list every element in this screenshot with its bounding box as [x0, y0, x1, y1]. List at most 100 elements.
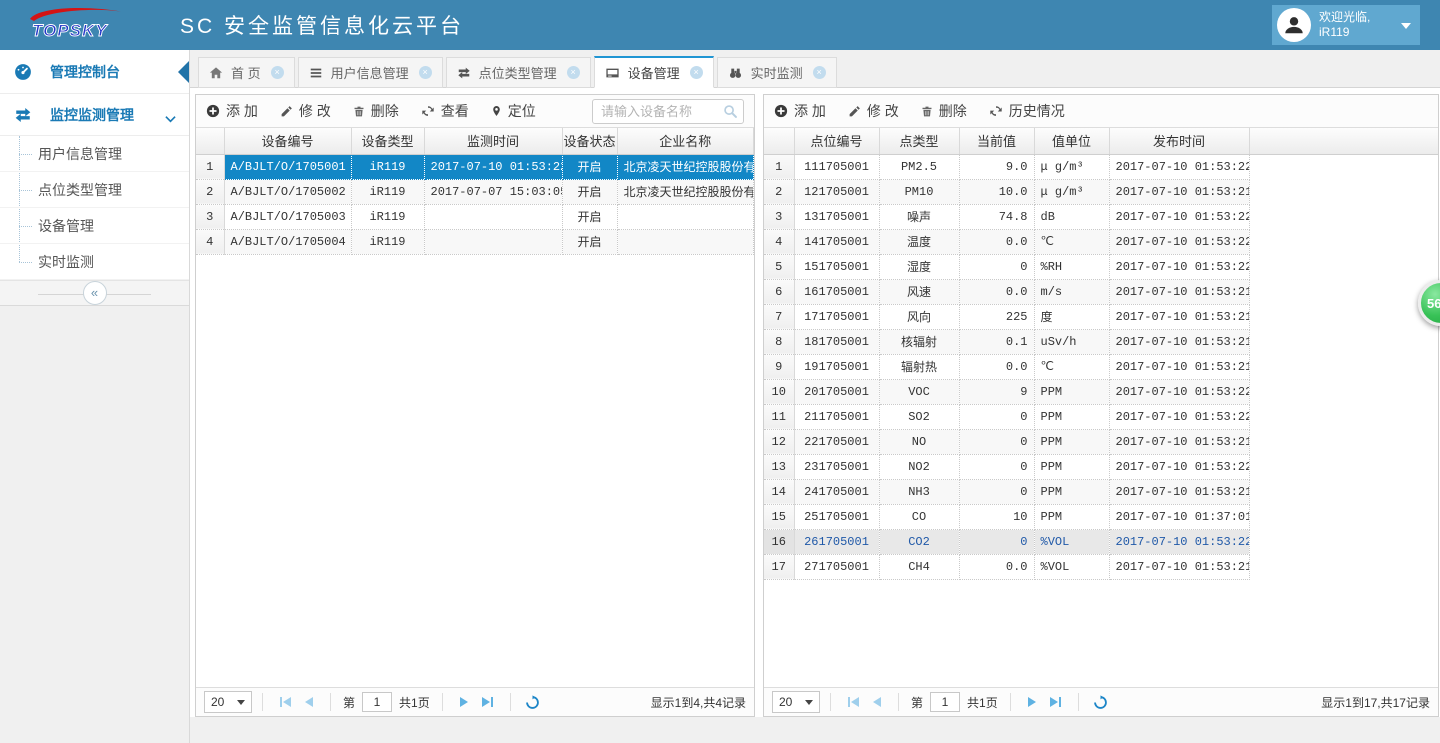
- cell: 辐射热: [879, 354, 959, 379]
- close-icon[interactable]: ×: [813, 66, 826, 79]
- column-header[interactable]: 当前值: [959, 128, 1034, 154]
- table-row[interactable]: 10201705001VOC9PPM2017-07-10 01:53:22: [764, 379, 1438, 404]
- sidebar-item-label: 监控监测管理: [50, 105, 134, 125]
- column-header[interactable]: 企业名称: [617, 128, 754, 154]
- column-header[interactable]: 点位编号: [794, 128, 879, 154]
- tab-device-management[interactable]: 设备管理 ×: [594, 56, 714, 88]
- table-row[interactable]: 11211705001SO20PPM2017-07-10 01:53:22: [764, 404, 1438, 429]
- table-row[interactable]: 4A/BJLT/O/1705004iR119开启: [196, 229, 754, 254]
- sidebar-item-console[interactable]: 管理控制台: [0, 50, 189, 94]
- cell: 0.0: [959, 354, 1034, 379]
- delete-button[interactable]: 删除: [921, 101, 967, 121]
- edit-button[interactable]: 修 改: [848, 101, 899, 121]
- table-row[interactable]: 3131705001噪声74.8dB2017-07-10 01:53:22: [764, 204, 1438, 229]
- row-number: 6: [764, 279, 794, 304]
- cell: 2017-07-10 01:53:22: [1109, 254, 1249, 279]
- table-row[interactable]: 12221705001NO0PPM2017-07-10 01:53:21: [764, 429, 1438, 454]
- column-header[interactable]: 发布时间: [1109, 128, 1249, 154]
- table-row[interactable]: 15251705001CO10PPM2017-07-10 01:37:01: [764, 504, 1438, 529]
- cell: 231705001: [794, 454, 879, 479]
- reload-grid-button[interactable]: [525, 695, 540, 710]
- sidebar-item-monitoring[interactable]: 监控监测管理: [0, 94, 189, 136]
- tab-realtime-monitor[interactable]: 实时监测 ×: [717, 57, 837, 88]
- next-page-button[interactable]: [460, 697, 468, 707]
- cell: %RH: [1034, 254, 1109, 279]
- table-row[interactable]: 14241705001NH30PPM2017-07-10 01:53:21: [764, 479, 1438, 504]
- row-number: 7: [764, 304, 794, 329]
- sidebar-item-device[interactable]: 设备管理: [0, 208, 189, 244]
- column-header[interactable]: 设备状态: [562, 128, 617, 154]
- last-page-button[interactable]: [1050, 697, 1061, 707]
- table-row[interactable]: 8181705001核辐射0.1uSv/h2017-07-10 01:53:21: [764, 329, 1438, 354]
- page-number-input[interactable]: [362, 692, 392, 712]
- table-row[interactable]: 7171705001风向225度2017-07-10 01:53:21: [764, 304, 1438, 329]
- reload-grid-button[interactable]: [1093, 695, 1108, 710]
- cell: 度: [1034, 304, 1109, 329]
- locate-button[interactable]: 定位: [491, 101, 536, 121]
- page-size-select[interactable]: 20: [772, 691, 820, 713]
- point-toolbar: 添 加 修 改 删除 历史情况: [764, 95, 1438, 128]
- cell: 2017-07-10 01:53:22: [1109, 404, 1249, 429]
- tab-home[interactable]: 首 页 ×: [198, 57, 295, 88]
- table-row[interactable]: 4141705001温度0.0℃2017-07-10 01:53:22: [764, 229, 1438, 254]
- row-filler: [1249, 429, 1438, 454]
- column-header[interactable]: 设备编号: [224, 128, 351, 154]
- last-page-button[interactable]: [482, 697, 493, 707]
- column-header[interactable]: 值单位: [1034, 128, 1109, 154]
- row-number: 15: [764, 504, 794, 529]
- history-button[interactable]: 历史情况: [989, 101, 1065, 121]
- cell: 2017-07-10 01:53:21: [1109, 279, 1249, 304]
- view-button[interactable]: 查看: [421, 101, 469, 121]
- cell: NO2: [879, 454, 959, 479]
- cell: 开启: [562, 204, 617, 229]
- cell: 181705001: [794, 329, 879, 354]
- cell: 0: [959, 404, 1034, 429]
- next-page-button[interactable]: [1028, 697, 1036, 707]
- first-page-button[interactable]: [848, 697, 859, 707]
- sidebar-item-user-info[interactable]: 用户信息管理: [0, 136, 189, 172]
- add-button[interactable]: 添 加: [206, 101, 258, 121]
- user-menu[interactable]: 欢迎光临, iR119: [1272, 5, 1420, 45]
- page-prefix-label: 第: [911, 694, 923, 711]
- button-label: 删除: [939, 101, 967, 121]
- prev-page-button[interactable]: [873, 697, 881, 707]
- column-header[interactable]: 监测时间: [424, 128, 562, 154]
- sidebar-item-point-type[interactable]: 点位类型管理: [0, 172, 189, 208]
- table-row[interactable]: 6161705001风速0.0m/s2017-07-10 01:53:21: [764, 279, 1438, 304]
- row-filler: [1249, 304, 1438, 329]
- close-icon[interactable]: ×: [419, 66, 432, 79]
- sidebar-item-realtime[interactable]: 实时监测: [0, 244, 189, 280]
- table-row[interactable]: 9191705001辐射热0.0℃2017-07-10 01:53:21: [764, 354, 1438, 379]
- row-filler: [1249, 379, 1438, 404]
- tab-point-type[interactable]: 点位类型管理 ×: [446, 57, 591, 88]
- record-summary: 显示1到17,共17记录: [1321, 694, 1430, 711]
- tab-user-info[interactable]: 用户信息管理 ×: [298, 57, 443, 88]
- cell: uSv/h: [1034, 329, 1109, 354]
- record-summary: 显示1到4,共4记录: [651, 694, 746, 711]
- close-icon[interactable]: ×: [271, 66, 284, 79]
- prev-page-button[interactable]: [305, 697, 313, 707]
- column-header[interactable]: 设备类型: [351, 128, 424, 154]
- search-input[interactable]: [592, 99, 744, 124]
- collapse-sidebar-button[interactable]: «: [83, 281, 107, 305]
- table-row[interactable]: 1A/BJLT/O/1705001iR1192017-07-10 01:53:2…: [196, 154, 754, 179]
- table-row[interactable]: 5151705001湿度0%RH2017-07-10 01:53:22: [764, 254, 1438, 279]
- page-number-input[interactable]: [930, 692, 960, 712]
- table-row[interactable]: 3A/BJLT/O/1705003iR119开启: [196, 204, 754, 229]
- table-row[interactable]: 13231705001NO20PPM2017-07-10 01:53:22: [764, 454, 1438, 479]
- table-row[interactable]: 1111705001PM2.59.0μ g/m³2017-07-10 01:53…: [764, 154, 1438, 179]
- delete-button[interactable]: 删除: [353, 101, 399, 121]
- table-row[interactable]: 2A/BJLT/O/1705002iR1192017-07-07 15:03:0…: [196, 179, 754, 204]
- search-icon[interactable]: [723, 104, 738, 124]
- edit-button[interactable]: 修 改: [280, 101, 331, 121]
- table-row[interactable]: 16261705001CO20%VOL2017-07-10 01:53:22: [764, 529, 1438, 554]
- first-page-button[interactable]: [280, 697, 291, 707]
- column-header[interactable]: 点类型: [879, 128, 959, 154]
- page-size-select[interactable]: 20: [204, 691, 252, 713]
- table-row[interactable]: 2121705001PM1010.0μ g/m³2017-07-10 01:53…: [764, 179, 1438, 204]
- sidebar-item-label: 管理控制台: [50, 62, 120, 82]
- close-icon[interactable]: ×: [690, 66, 703, 79]
- table-row[interactable]: 17271705001CH40.0%VOL2017-07-10 01:53:21: [764, 554, 1438, 579]
- add-button[interactable]: 添 加: [774, 101, 826, 121]
- close-icon[interactable]: ×: [567, 66, 580, 79]
